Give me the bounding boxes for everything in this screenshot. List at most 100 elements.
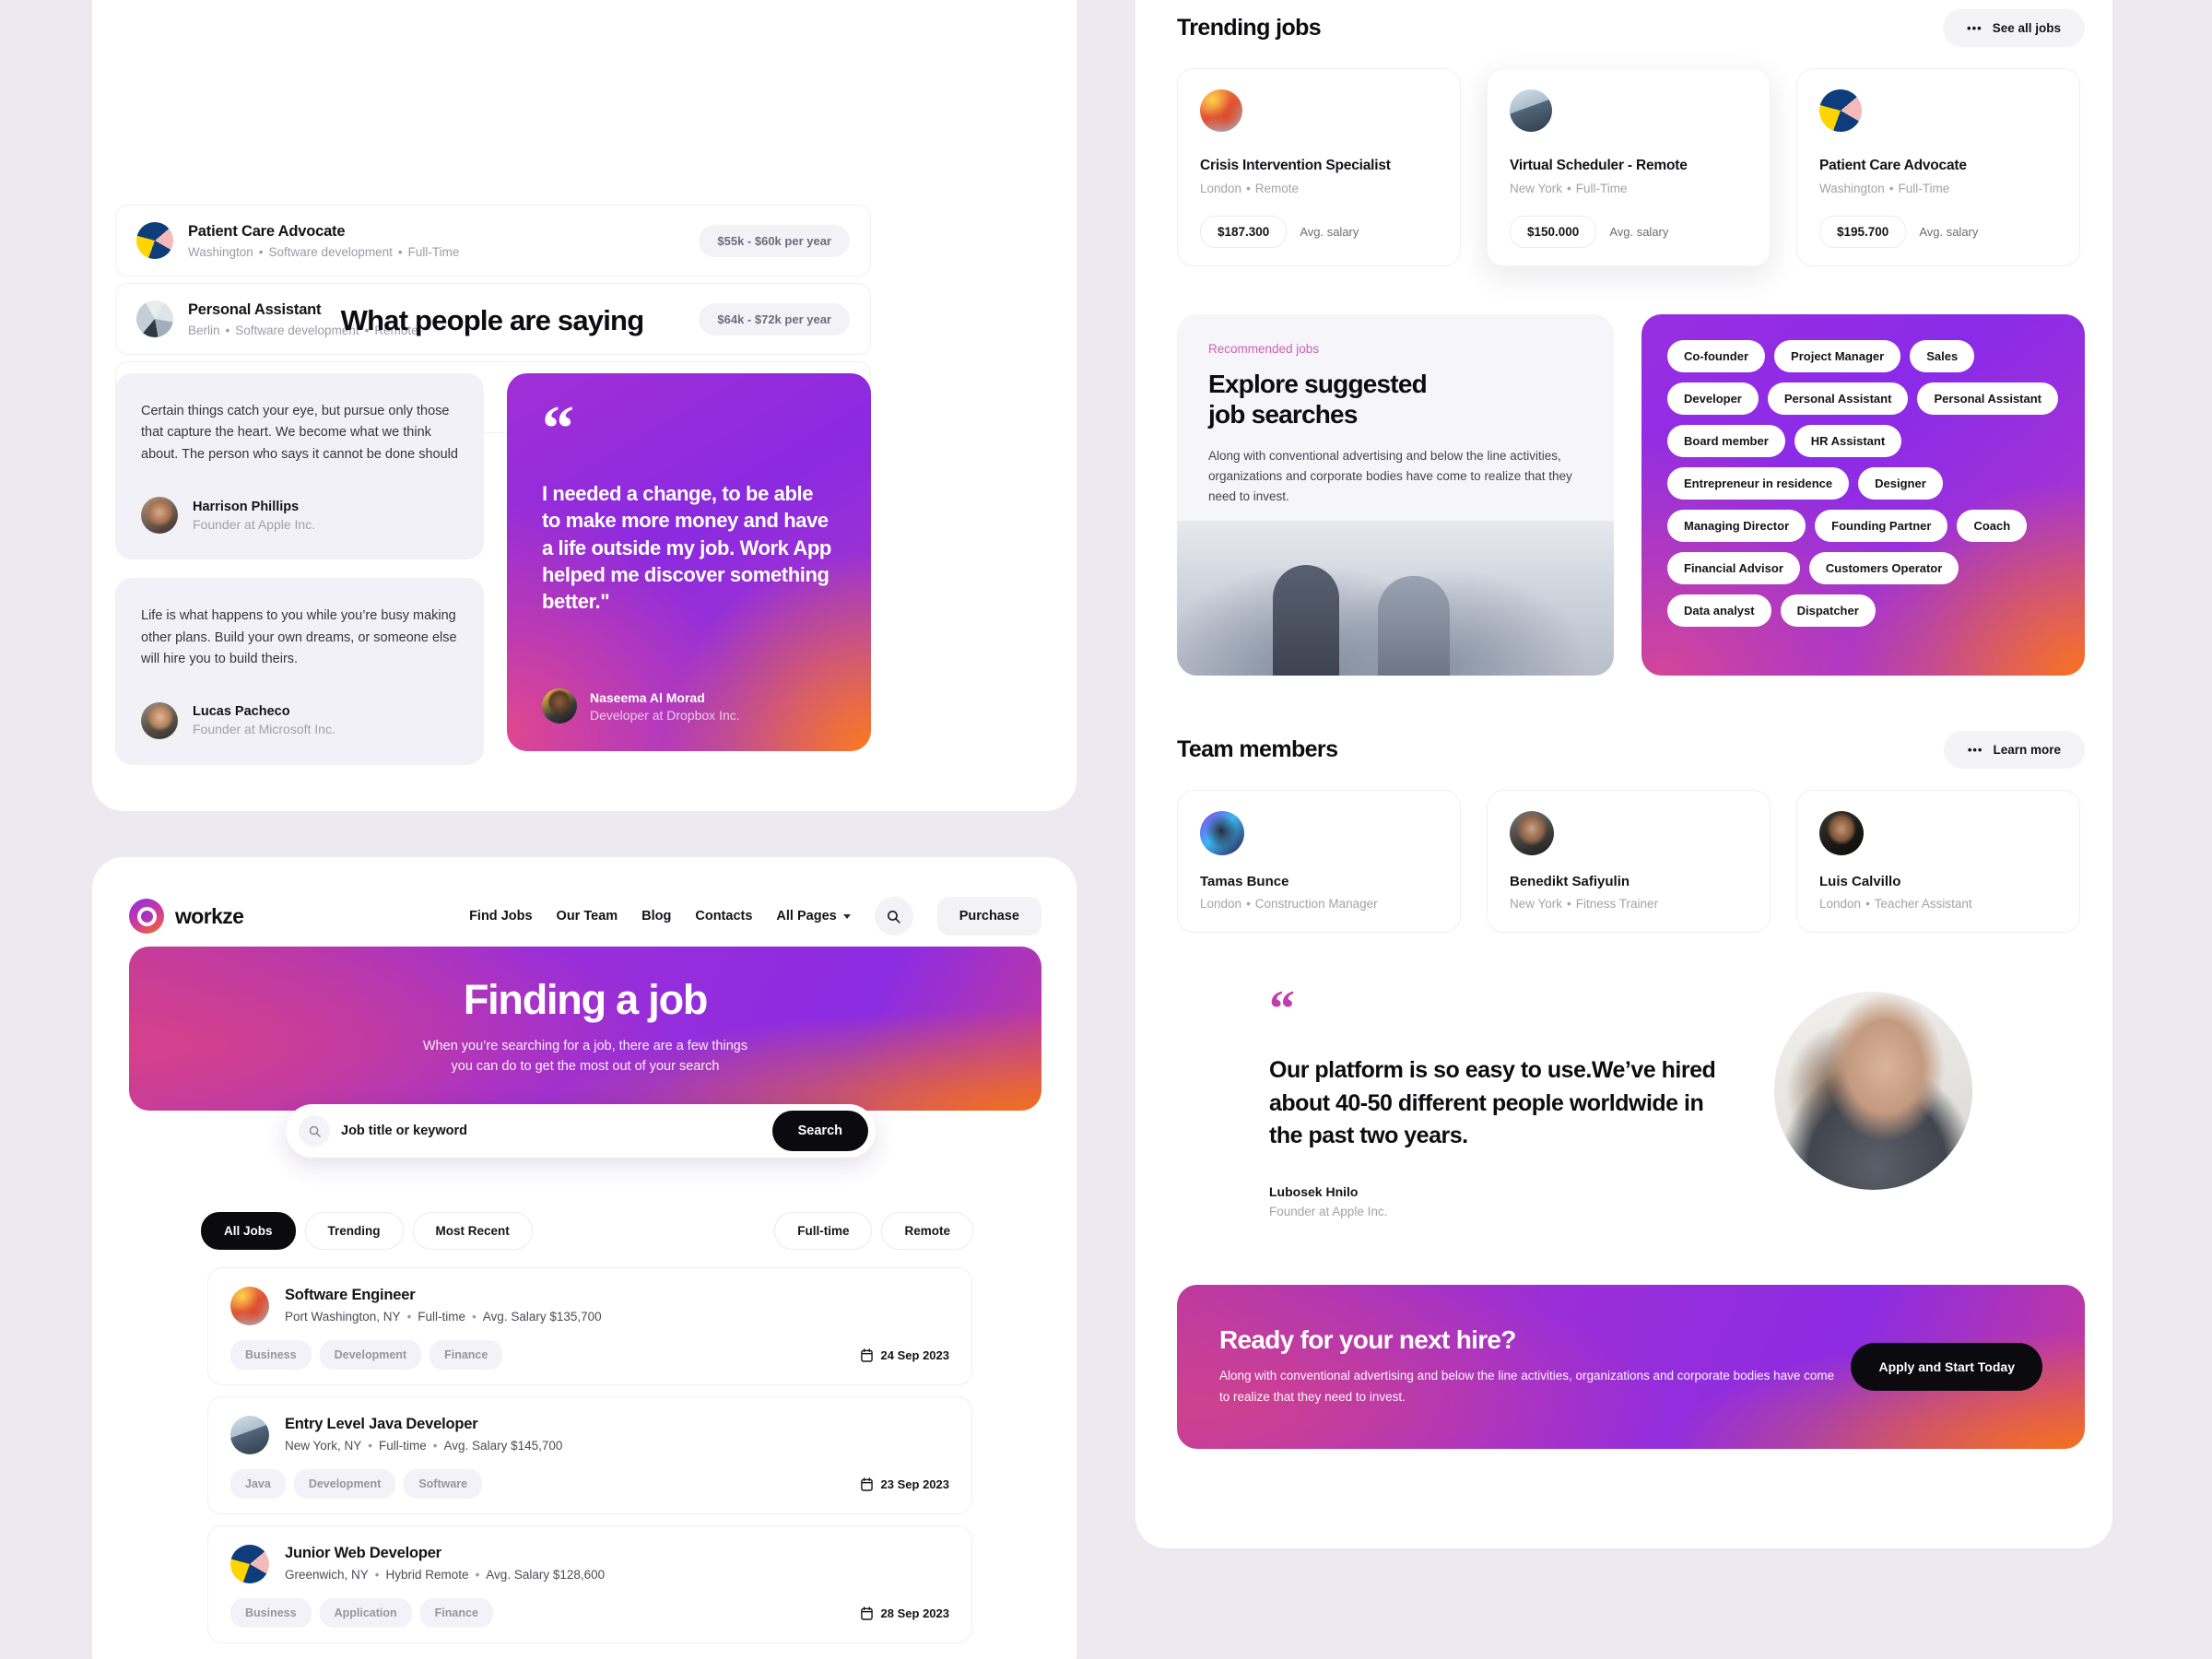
job-meta: Port Washington, NY • Full-time • Avg. Salar… — [285, 1310, 602, 1324]
nav-link-blog[interactable]: Blog — [641, 909, 671, 924]
job-tag[interactable]: Application — [319, 1598, 412, 1628]
suggested-description: Along with conventional advertising and … — [1208, 449, 1572, 503]
list-item[interactable]: Junior Web Developer Greenwich, NY • Hybri… — [207, 1525, 972, 1643]
navbar-links: Find Jobs Our Team Blog Contacts All Pag… — [469, 897, 1041, 935]
list-item[interactable]: Software Engineer Port Washington, NY • Fu… — [207, 1267, 972, 1385]
suggested-tag[interactable]: Project Manager — [1774, 340, 1901, 372]
suggested-kicker: Recommended jobs — [1208, 342, 1320, 356]
search-input[interactable] — [341, 1124, 772, 1138]
suggested-tag[interactable]: Founding Partner — [1815, 510, 1948, 542]
job-tag[interactable]: Business — [230, 1598, 312, 1628]
suggested-tag[interactable]: Customers Operator — [1808, 552, 1959, 584]
team-member-card[interactable]: Tamas Bunce London • Construction Manager — [1177, 790, 1461, 933]
job-title: Junior Web Developer — [285, 1545, 441, 1561]
suggested-tag[interactable]: Developer — [1667, 382, 1759, 415]
purchase-button[interactable]: Purchase — [936, 897, 1041, 935]
author-photo — [1774, 992, 1972, 1190]
navbar-search-button[interactable] — [874, 897, 913, 935]
suggested-tag[interactable]: Coach — [1957, 510, 2028, 542]
filter-most-recent[interactable]: Most Recent — [412, 1212, 533, 1250]
suggested-tag[interactable]: Dispatcher — [1780, 594, 1876, 627]
job-meta: New York • Full-Time — [1510, 182, 1747, 195]
table-row[interactable]: Patient Care Advocate Washington • Softwar… — [115, 205, 871, 276]
suggested-tag[interactable]: HR Assistant — [1794, 425, 1902, 457]
job-header: Junior Web Developer Greenwich, NY • Hybri… — [230, 1545, 949, 1583]
filter-trending[interactable]: Trending — [304, 1212, 404, 1250]
filter-all-jobs[interactable]: All Jobs — [201, 1212, 296, 1250]
job-meta: Washington • Full-Time — [1819, 182, 2057, 195]
suggested-tag[interactable]: Designer — [1858, 467, 1943, 500]
quote-mark-icon: “ — [1269, 981, 1295, 1038]
job-info: Patient Care Advocate Washington • Softwar… — [188, 223, 699, 259]
member-location: London — [1200, 897, 1242, 911]
featured-quote-author: Naseema Al Morad Developer at Dropbox In… — [542, 688, 836, 724]
salary-row: $150.000 Avg. salary — [1510, 216, 1747, 248]
suggested-tag[interactable]: Personal Assistant — [1917, 382, 2058, 415]
job-tag[interactable]: Finance — [419, 1598, 493, 1628]
nav-link-contacts[interactable]: Contacts — [695, 909, 752, 924]
filter-full-time[interactable]: Full-time — [774, 1212, 873, 1250]
cta-banner: Ready for your next hire? Along with con… — [1177, 1284, 2085, 1449]
testimonials-section: Certain things catch your eye, but pursu… — [115, 373, 871, 765]
left-column: Patient Care Advocate Washington • Softwar… — [0, 0, 1088, 1659]
suggested-tag[interactable]: Personal Assistant — [1767, 382, 1909, 415]
salary-row: $187.300 Avg. salary — [1200, 216, 1438, 248]
screenshot-root: Patient Care Advocate Washington • Softwar… — [0, 0, 2212, 1659]
filter-remote[interactable]: Remote — [881, 1212, 973, 1250]
suggested-tag[interactable]: Managing Director — [1667, 510, 1806, 542]
team-member-card[interactable]: Benedikt Safiyulin New York • Fitness Trai… — [1487, 790, 1771, 933]
apply-and-start-today-button[interactable]: Apply and Start Today — [1851, 1342, 2042, 1391]
avatar — [1510, 811, 1554, 855]
section-title-team: Team members — [1177, 735, 1338, 762]
trending-job-card[interactable]: Virtual Scheduler - Remote New York • Full… — [1487, 68, 1771, 266]
trending-header: Trending jobs ••• See all jobs — [1177, 0, 2085, 55]
job-tag[interactable]: Development — [319, 1340, 422, 1370]
testimonial-stack: Certain things catch your eye, but pursu… — [115, 373, 484, 765]
brand-logo[interactable]: workze — [129, 899, 244, 934]
learn-more-label: Learn more — [1993, 742, 2061, 757]
nav-dropdown-all-pages[interactable]: All Pages — [776, 909, 851, 924]
salary-row: $195.700 Avg. salary — [1819, 216, 2057, 248]
suggested-tag[interactable]: Sales — [1910, 340, 1975, 372]
list-item[interactable]: Entry Level Java Developer New York, NY •… — [207, 1396, 972, 1514]
suggested-info-card: Recommended jobs Explore suggested job s… — [1177, 314, 1614, 676]
member-location: New York — [1510, 897, 1563, 911]
nav-link-find-jobs[interactable]: Find Jobs — [469, 909, 532, 924]
member-meta: London • Construction Manager — [1200, 897, 1438, 911]
section-title-testimonials: What people are saying — [340, 304, 644, 336]
author-role: Founder at Apple Inc. — [1269, 1204, 1388, 1218]
suggested-tag[interactable]: Financial Advisor — [1667, 552, 1800, 584]
suggested-tag[interactable]: Co-founder — [1667, 340, 1766, 372]
job-meta: New York, NY • Full-time • Avg. Salary $145,… — [285, 1439, 562, 1453]
avatar — [141, 701, 178, 739]
nav-link-our-team[interactable]: Our Team — [557, 909, 618, 924]
see-all-jobs-button[interactable]: ••• See all jobs — [1943, 8, 2085, 47]
trending-job-card[interactable]: Patient Care Advocate Washington • Full-Ti… — [1796, 68, 2080, 266]
testimonial-body: Life is what happens to you while you’re… — [141, 608, 457, 667]
job-search-bar[interactable]: Search — [286, 1104, 876, 1158]
job-tag[interactable]: Development — [293, 1469, 396, 1499]
meta-dot: • — [258, 244, 264, 259]
search-button[interactable]: Search — [771, 1111, 868, 1151]
salary-badge: $195.700 — [1819, 216, 1907, 248]
team-member-card[interactable]: Luis Calvillo London • Teacher Assistant — [1796, 790, 2080, 933]
job-location: Washington — [188, 244, 253, 259]
suggested-tag[interactable]: Data analyst — [1667, 594, 1771, 627]
workze-logo-icon — [129, 899, 164, 934]
salary-label: Avg. salary — [1919, 225, 1979, 239]
job-tag[interactable]: Software — [404, 1469, 483, 1499]
job-tag[interactable]: Finance — [429, 1340, 503, 1370]
learn-more-button[interactable]: ••• Learn more — [1943, 730, 2085, 769]
trending-job-card[interactable]: Crisis Intervention Specialist London • Re… — [1177, 68, 1461, 266]
job-footer: Business Development Finance 24 Sep 2023 — [230, 1340, 949, 1370]
job-type: Hybrid Remote — [385, 1568, 469, 1582]
member-name: Luis Calvillo — [1819, 874, 1901, 889]
suggested-tag[interactable]: Board member — [1667, 425, 1785, 457]
avatar — [141, 497, 178, 535]
job-tag[interactable]: Business — [230, 1340, 312, 1370]
job-date-label: 28 Sep 2023 — [880, 1606, 949, 1620]
job-tag[interactable]: Java — [230, 1469, 286, 1499]
company-avatar — [1510, 89, 1552, 132]
testimonial-author: Lucas Pacheco Founder at Microsoft Inc. — [141, 701, 458, 739]
suggested-tag[interactable]: Entrepreneur in residence — [1667, 467, 1850, 500]
